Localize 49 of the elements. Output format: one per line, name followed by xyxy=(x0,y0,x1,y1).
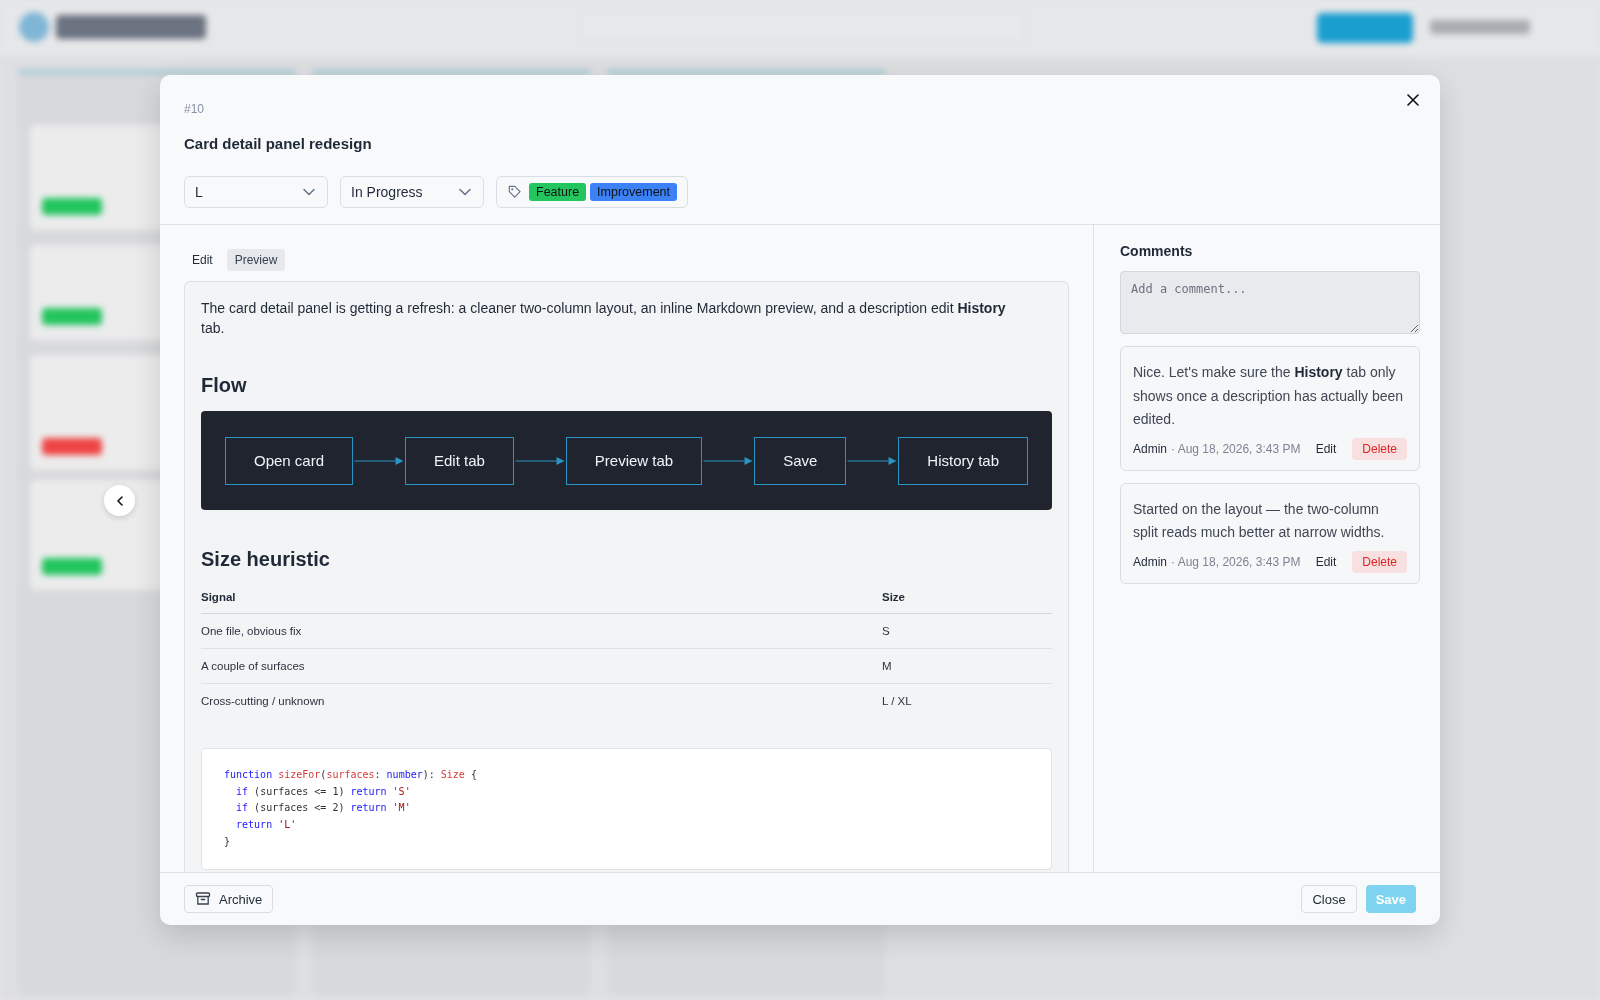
status-dropdown[interactable]: In Progress xyxy=(340,176,484,208)
arrow-connector xyxy=(353,454,405,467)
card-title: Card detail panel redesign xyxy=(184,135,372,152)
delete-button[interactable]: Delete xyxy=(1352,437,1407,460)
table-cell: S xyxy=(882,613,1052,649)
editor-tab[interactable]: Edit xyxy=(184,249,221,271)
table-cell: Cross-cutting / unknown xyxy=(201,683,882,718)
section-heading: Flow xyxy=(201,374,248,397)
close-icon xyxy=(1406,93,1420,107)
comment-timestamp: · Aug 18, 2026, 3:43 PM xyxy=(1171,554,1301,569)
table-cell: One file, obvious fix xyxy=(201,613,882,649)
delete-button[interactable]: Delete xyxy=(1352,550,1407,573)
comment-field[interactable]: Add a comment... xyxy=(1120,271,1420,334)
flow-node: Save xyxy=(754,436,847,485)
code-line: if (surfaces <= 2) return 'M' xyxy=(235,801,411,816)
comment-timestamp: · Aug 18, 2026, 3:43 PM xyxy=(1171,441,1301,456)
section-heading: Size heuristic xyxy=(201,548,331,571)
intro-paragraph: The card detail panel is getting a refresh: a cleaner two-column layout, an inline Markdown preview, and a description edit History tab. xyxy=(201,299,1007,338)
table-cell: A couple of surfaces xyxy=(201,648,882,684)
tag-label: Improvement xyxy=(590,183,678,201)
flow-node: Open card xyxy=(225,436,354,485)
code-line: return 'L' xyxy=(235,818,297,833)
flow-node: Edit tab xyxy=(405,436,514,485)
close-button[interactable]: Close xyxy=(1301,885,1357,913)
tag-label: Feature xyxy=(529,183,587,201)
archive-icon xyxy=(195,891,211,907)
comment-author: Admin xyxy=(1133,441,1167,456)
flow-node: Preview tab xyxy=(565,436,703,485)
code-line: function sizeFor(surfaces: number): Size { xyxy=(224,768,477,782)
edit-button[interactable]: Edit xyxy=(1307,550,1345,573)
edit-button[interactable]: Edit xyxy=(1307,437,1345,460)
editor-tab[interactable]: Preview xyxy=(226,249,286,271)
table-cell: M xyxy=(882,648,1052,684)
comment-text: Nice. Let's make sure the History tab only shows once a description has actually been edited. xyxy=(1133,363,1405,429)
column-header: Signal xyxy=(201,587,882,614)
tag-icon xyxy=(507,184,523,200)
comment-text: Started on the layout — the two-column split reads much better at narrow widths. xyxy=(1133,499,1386,542)
archive-button[interactable]: Archive xyxy=(184,885,274,913)
arrow-connector xyxy=(513,454,566,467)
card-number: #10 xyxy=(184,102,205,116)
size-dropdown[interactable]: L xyxy=(184,176,328,208)
comments-heading: Comments xyxy=(1120,243,1194,259)
code-line: if (surfaces <= 1) return 'S' xyxy=(235,784,411,799)
code-line: } xyxy=(224,834,231,849)
comment-author: Admin xyxy=(1133,554,1167,569)
tags-field[interactable]: Feature Improvement xyxy=(496,176,689,208)
table-cell: L / XL xyxy=(882,683,1052,718)
flow-node: History tab xyxy=(898,436,1028,485)
column-header: Size xyxy=(882,587,1052,614)
